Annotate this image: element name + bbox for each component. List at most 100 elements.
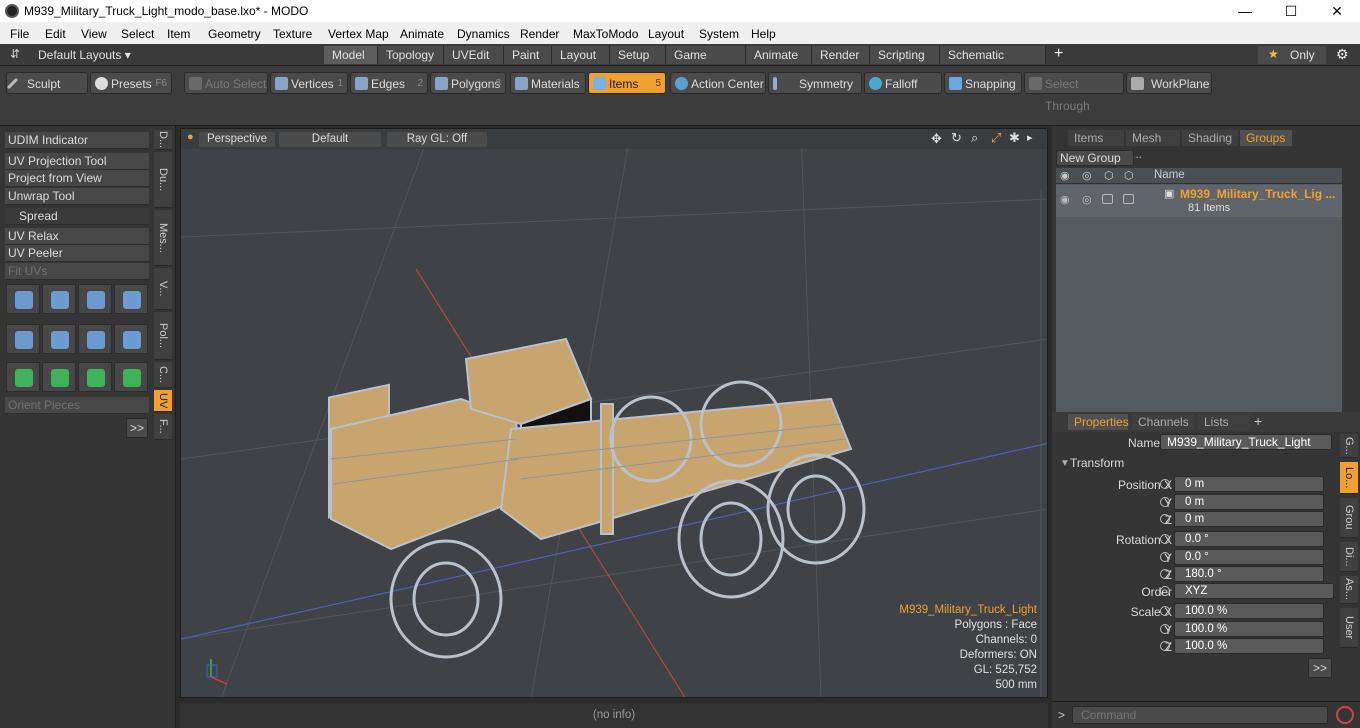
visibility-eye-icon[interactable]: ◉ <box>1060 169 1070 182</box>
vtab-du[interactable]: Du... <box>154 152 172 208</box>
align-up-button[interactable] <box>6 362 40 392</box>
more-properties-button[interactable]: >> <box>1308 658 1332 678</box>
tab-shading[interactable]: Shading <box>1182 130 1238 146</box>
position-z-anim-icon[interactable] <box>1160 514 1170 524</box>
raygl-toggle[interactable]: Ray GL: Off <box>387 132 487 147</box>
menu-animate[interactable]: Animate <box>400 27 444 41</box>
position-y-field[interactable]: 0 m <box>1174 494 1324 510</box>
menu-layout[interactable]: Layout <box>648 27 684 41</box>
gear-icon[interactable]: ⚙ <box>1336 46 1349 63</box>
record-icon[interactable] <box>1336 706 1354 724</box>
maximize-button[interactable]: ☐ <box>1268 0 1314 22</box>
only-toggle[interactable]: ★ Only <box>1258 46 1326 64</box>
select-icon[interactable]: ⬡ <box>1124 169 1134 182</box>
vtab-v[interactable]: V... <box>154 268 172 310</box>
tab-uvedit[interactable]: UVEdit <box>444 46 504 64</box>
vtab-d[interactable]: D... <box>154 130 172 150</box>
spread-section[interactable]: Spread <box>5 208 149 225</box>
rotate-view-icon[interactable]: ↻ <box>951 130 962 146</box>
rotation-x-anim-icon[interactable] <box>1160 534 1170 544</box>
menu-texture[interactable]: Texture <box>273 27 312 41</box>
align-left-button[interactable] <box>78 362 112 392</box>
position-x-field[interactable]: 0 m <box>1174 476 1324 492</box>
side-tab-g[interactable]: G... <box>1340 434 1358 458</box>
side-tab-lo[interactable]: Lo... <box>1340 462 1358 494</box>
tab-scripting[interactable]: Scripting <box>870 46 940 64</box>
minimize-button[interactable]: — <box>1222 0 1268 22</box>
snapping-button[interactable]: Snapping <box>944 72 1022 94</box>
lock-icon[interactable]: ⬡ <box>1104 169 1114 182</box>
uv-move-tool[interactable] <box>78 284 112 314</box>
action-center-button[interactable]: Action Center <box>670 72 766 94</box>
side-tab-as[interactable]: As... <box>1340 576 1358 604</box>
order-anim-icon[interactable] <box>1160 586 1170 596</box>
menu-dynamics[interactable]: Dynamics <box>457 27 510 41</box>
menu-edit[interactable]: Edit <box>45 27 66 41</box>
position-x-anim-icon[interactable] <box>1160 479 1170 489</box>
uv-cone-tool[interactable] <box>78 324 112 354</box>
menu-system[interactable]: System <box>699 27 739 41</box>
tab-items[interactable]: Items <box>1068 130 1124 146</box>
tab-topology[interactable]: Topology <box>378 46 444 64</box>
tab-lists[interactable]: Lists <box>1198 414 1250 430</box>
workplane-button[interactable]: WorkPlane <box>1126 72 1212 94</box>
pan-icon[interactable]: ✥ <box>931 131 942 147</box>
menu-geometry[interactable]: Geometry <box>208 27 261 41</box>
scale-z-anim-icon[interactable] <box>1160 641 1170 651</box>
tab-channels[interactable]: Channels <box>1132 414 1194 430</box>
view-type-dropdown[interactable]: Perspective <box>199 132 275 147</box>
scale-x-anim-icon[interactable] <box>1160 606 1170 616</box>
uv-transform-tool[interactable] <box>6 284 40 314</box>
vtab-c[interactable]: C... <box>154 362 172 388</box>
materials-button[interactable]: Materials <box>510 72 586 94</box>
menu-item[interactable]: Item <box>167 27 190 41</box>
position-z-field[interactable]: 0 m <box>1174 511 1324 527</box>
rotation-z-anim-icon[interactable] <box>1160 569 1170 579</box>
group-eye-icon[interactable]: ◉ <box>1060 193 1070 206</box>
uv-sphere-tool[interactable] <box>6 324 40 354</box>
viewport-menu-dot-icon[interactable]: ● <box>187 131 194 143</box>
align-right-button[interactable] <box>114 362 148 392</box>
side-tab-di[interactable]: Di... <box>1340 542 1358 572</box>
uv-relax-button[interactable]: UV Relax <box>5 228 149 245</box>
udim-indicator-button[interactable]: UDIM Indicator <box>5 132 149 149</box>
align-down-button[interactable] <box>42 362 76 392</box>
command-input[interactable] <box>1072 706 1328 724</box>
shading-dropdown[interactable]: Default <box>279 132 381 147</box>
unwrap-tool-button[interactable]: Unwrap Tool <box>5 188 149 205</box>
tab-game-tools[interactable]: Game Tools <box>666 46 746 80</box>
vtab-uv[interactable]: UV <box>154 390 172 412</box>
scale-y-field[interactable]: 100.0 % <box>1174 621 1324 637</box>
edges-button[interactable]: Edges 2 <box>350 72 428 94</box>
select-through-button[interactable]: Select Through <box>1024 72 1124 113</box>
vtab-mes[interactable]: Mes... <box>154 210 172 266</box>
close-button[interactable]: ✕ <box>1314 0 1360 22</box>
rotation-x-field[interactable]: 0.0 ° <box>1174 531 1324 547</box>
add-tab-button[interactable]: + <box>1054 45 1063 63</box>
tab-setup[interactable]: Setup <box>610 46 666 64</box>
default-layouts-dropdown[interactable]: Default Layouts ▾ <box>38 48 131 62</box>
menu-view[interactable]: View <box>81 27 107 41</box>
tab-groups[interactable]: Groups <box>1240 130 1292 146</box>
layouts-arrow-icon[interactable]: ⇵ <box>10 47 20 61</box>
group-lock-checkbox[interactable] <box>1102 194 1113 204</box>
name-column-header[interactable]: Name <box>1154 169 1185 181</box>
menu-vertex-map[interactable]: Vertex Map <box>328 27 389 41</box>
tab-animate[interactable]: Animate <box>746 46 812 64</box>
tab-paint[interactable]: Paint <box>504 46 552 64</box>
menu-select[interactable]: Select <box>121 27 154 41</box>
auto-select-button[interactable]: Auto Select <box>184 72 268 94</box>
orient-pieces-button[interactable]: Orient Pieces <box>5 397 149 414</box>
symmetry-button[interactable]: Symmetry <box>768 72 862 94</box>
vertices-button[interactable]: Vertices 1 <box>270 72 348 94</box>
sculpt-button[interactable]: Sculpt <box>6 72 88 94</box>
menu-help[interactable]: Help <box>751 27 776 41</box>
menu-file[interactable]: File <box>10 27 29 41</box>
position-y-anim-icon[interactable] <box>1160 497 1170 507</box>
tab-render[interactable]: Render <box>812 46 870 64</box>
uv-box-tool[interactable] <box>114 284 148 314</box>
more-tools-button[interactable]: >> <box>126 418 148 438</box>
uv-grid-tool[interactable] <box>114 324 148 354</box>
uv-projection-tool-button[interactable]: UV Projection Tool <box>5 153 149 170</box>
scale-y-anim-icon[interactable] <box>1160 624 1170 634</box>
